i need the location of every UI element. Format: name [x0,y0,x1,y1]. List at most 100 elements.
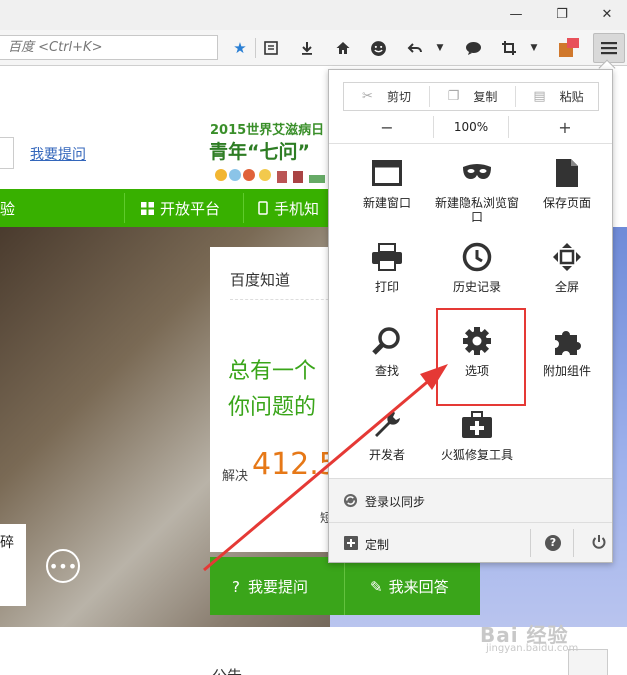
find-label: 查找 [374,364,399,378]
private-window-button[interactable]: 新建隐私浏览窗口 [432,156,522,224]
solve-label: 解决 [222,469,249,484]
ask-question-link[interactable]: 我要提问 [30,144,86,164]
aids-day-banner[interactable]: 2015世界艾滋病日 青年“七问” [205,119,330,189]
paste-button[interactable]: ▤ 粘贴 [516,83,601,110]
clock-icon [462,242,492,272]
search-input[interactable]: 百度 <Ctrl+K> [0,35,218,60]
save-page-button[interactable]: 保存页面 [522,156,612,210]
chevron-down-icon[interactable]: ▼ [428,36,452,60]
nav-label: 开放平台 [160,200,221,218]
window-titlebar: — ❐ ✕ [0,0,627,30]
panel-divider [329,143,612,144]
magnifier-icon [372,327,400,355]
grid-icon [141,202,154,215]
zoom-controls: − 100% + [343,116,599,138]
find-button[interactable]: 查找 [342,324,432,378]
firefox-repair-label: 火狐修复工具 [440,448,513,462]
customize-row: 定制 ? [329,522,612,562]
copy-icon: ❐ [447,89,460,104]
back-icon[interactable] [403,36,427,60]
banner-mascots-icon [215,169,325,183]
nav-separator [124,193,125,223]
mask-icon [463,164,491,179]
firefox-repair-button[interactable]: 火狐修复工具 [432,408,522,462]
banner-line1: 2015世界艾滋病日 [210,123,325,138]
menu-icon [601,42,617,55]
toolbar-separator [255,38,256,58]
home-icon[interactable] [331,36,355,60]
fullscreen-icon [553,243,581,271]
copy-button[interactable]: ❐ 复制 [430,83,515,110]
print-button[interactable]: 打印 [342,240,432,294]
options-highlight-box [436,308,526,406]
developer-button[interactable]: 开发者 [342,408,432,462]
star-icon[interactable]: ★ [228,36,252,60]
action-separator [344,557,345,615]
zoom-in-button[interactable]: + [549,116,581,138]
paste-label: 粘贴 [559,90,584,104]
card-slogan-line2: 你问题的 [228,395,317,420]
new-window-button[interactable]: 新建窗口 [342,156,432,210]
card-slogan-line1: 总有一个 [228,359,317,384]
wrench-icon [375,412,400,437]
nav-separator [243,193,244,223]
plus-box-icon [344,536,358,550]
history-button[interactable]: 历史记录 [432,240,522,294]
card-title: 百度知道 [230,271,291,289]
addons-button[interactable]: 附加组件 [522,324,612,378]
chat-icon[interactable] [461,36,485,60]
addons-label: 附加组件 [542,364,591,378]
nav-item-open-platform[interactable]: 开放平台 [141,198,220,219]
nav-item-mobile[interactable]: 手机知 [258,198,319,219]
developer-label: 开发者 [368,448,405,462]
help-button[interactable]: ? [545,535,561,551]
customize-separator [573,529,574,557]
answer-button[interactable]: ✎ 我来回答 [370,576,449,597]
fullscreen-label: 全屏 [554,280,579,294]
browser-toolbar: 百度 <Ctrl+K> ★ ▼ ▼ [0,30,627,66]
crop-icon[interactable] [497,36,521,60]
reading-list-icon[interactable] [259,36,283,60]
ask-button[interactable]: ? 我要提问 [232,576,308,597]
customize-button[interactable]: 定制 [365,536,389,553]
ask-button-label: 我要提问 [247,578,308,596]
pencil-icon: ✎ [370,578,383,596]
nav-item-experience[interactable]: 验 [0,198,15,219]
scissors-icon: ✂ [362,89,373,104]
page-search-input[interactable] [0,137,14,169]
banner-line2: 青年“七问” [209,141,310,163]
power-icon [592,535,606,549]
chevron-down-icon[interactable]: ▼ [522,36,546,60]
clipboard-icon: ▤ [533,89,546,104]
customize-separator [530,529,531,557]
zoom-reset-button[interactable]: 100% [433,116,509,138]
print-label: 打印 [374,280,399,294]
help-icon: ? [549,536,557,549]
copy-label: 复制 [473,90,498,104]
watermark-url: jingyan.baidu.com [486,643,579,654]
emoji-icon[interactable] [366,36,390,60]
extension-icon[interactable] [557,36,581,60]
page-icon [556,159,578,187]
sync-icon [343,493,358,508]
menu-button[interactable] [593,33,625,63]
save-page-label: 保存页面 [542,196,591,210]
minimize-button[interactable]: — [494,0,538,28]
solved-count: 412.5 [252,447,338,482]
site-navbar: 验 开放平台 手机知 [0,189,330,227]
download-icon[interactable] [295,36,319,60]
history-label: 历史记录 [452,280,501,294]
notice-heading: 公告 [212,665,242,675]
zoom-out-button[interactable]: − [371,116,403,138]
question-icon: ? [232,578,240,596]
phone-icon [258,201,268,215]
restore-button[interactable]: ❐ [540,0,584,28]
cut-button[interactable]: ✂ 剪切 [344,83,429,110]
close-button[interactable]: ✕ [585,0,627,28]
window-icon [372,160,402,186]
more-button[interactable]: ••• [46,549,80,583]
fullscreen-button[interactable]: 全屏 [522,240,612,294]
left-snippet: 碎 [0,524,26,606]
sign-in-sync-row[interactable]: 登录以同步 [329,478,612,522]
quit-button[interactable] [591,534,609,552]
